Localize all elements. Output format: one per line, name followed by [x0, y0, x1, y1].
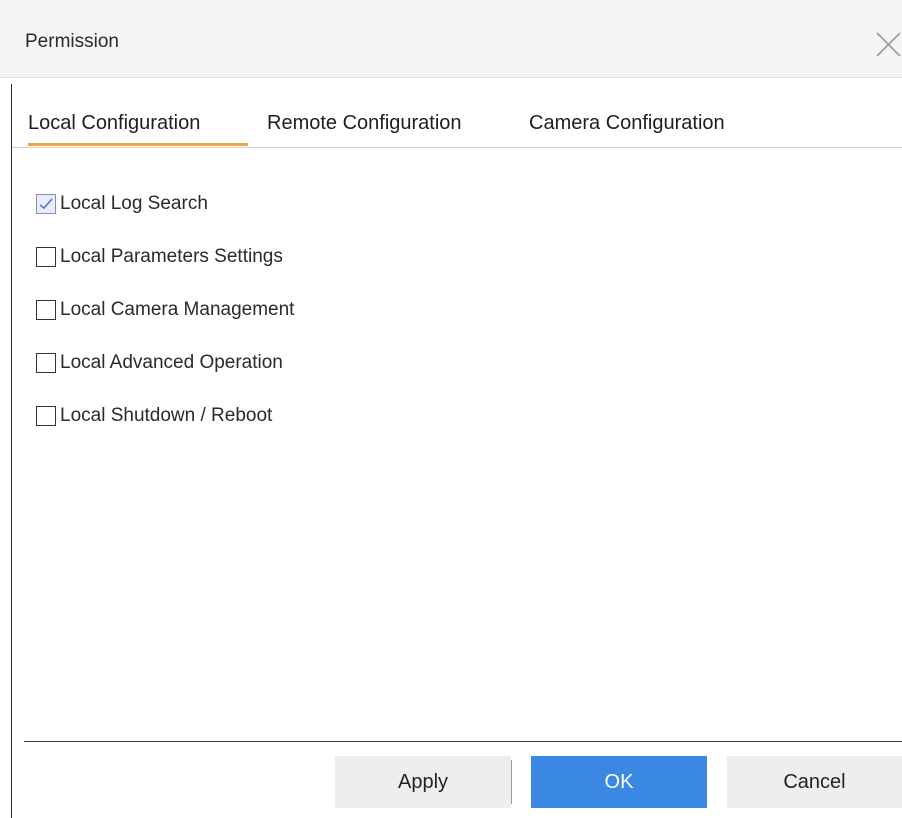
checkmark-icon	[39, 198, 53, 210]
permission-label: Local Advanced Operation	[60, 352, 283, 373]
dialog-title: Permission	[25, 31, 119, 52]
permission-local-camera-management[interactable]: Local Camera Management	[36, 295, 456, 325]
checkbox-checked[interactable]	[36, 194, 56, 214]
permission-tabs: Local Configuration Remote Configuration…	[12, 95, 902, 148]
cancel-button[interactable]: Cancel	[727, 756, 902, 808]
button-separator	[511, 760, 512, 804]
ok-button[interactable]: OK	[531, 756, 707, 808]
tab-remote-configuration[interactable]: Remote Configuration	[267, 112, 462, 135]
permission-label: Local Shutdown / Reboot	[60, 405, 273, 426]
permission-label: Local Log Search	[60, 193, 208, 214]
tab-local-configuration[interactable]: Local Configuration	[28, 112, 200, 135]
permission-label: Local Camera Management	[60, 299, 295, 320]
permission-dialog: Permission Local Configuration Remote Co…	[0, 0, 902, 818]
apply-button[interactable]: Apply	[335, 756, 511, 808]
permission-local-parameters-settings[interactable]: Local Parameters Settings	[36, 242, 456, 272]
active-tab-indicator	[28, 143, 248, 146]
checkbox[interactable]	[36, 247, 56, 267]
footer-divider	[24, 741, 902, 742]
permission-local-log-search[interactable]: Local Log Search	[36, 189, 456, 219]
permission-local-advanced-operation[interactable]: Local Advanced Operation	[36, 348, 456, 378]
tab-camera-configuration[interactable]: Camera Configuration	[529, 112, 725, 135]
permission-local-shutdown-reboot[interactable]: Local Shutdown / Reboot	[36, 401, 456, 431]
dialog-titlebar: Permission	[0, 0, 902, 78]
close-icon[interactable]	[872, 28, 902, 58]
checkbox[interactable]	[36, 353, 56, 373]
dialog-left-border	[11, 84, 12, 818]
checkbox[interactable]	[36, 406, 56, 426]
permission-label: Local Parameters Settings	[60, 246, 283, 267]
checkbox[interactable]	[36, 300, 56, 320]
